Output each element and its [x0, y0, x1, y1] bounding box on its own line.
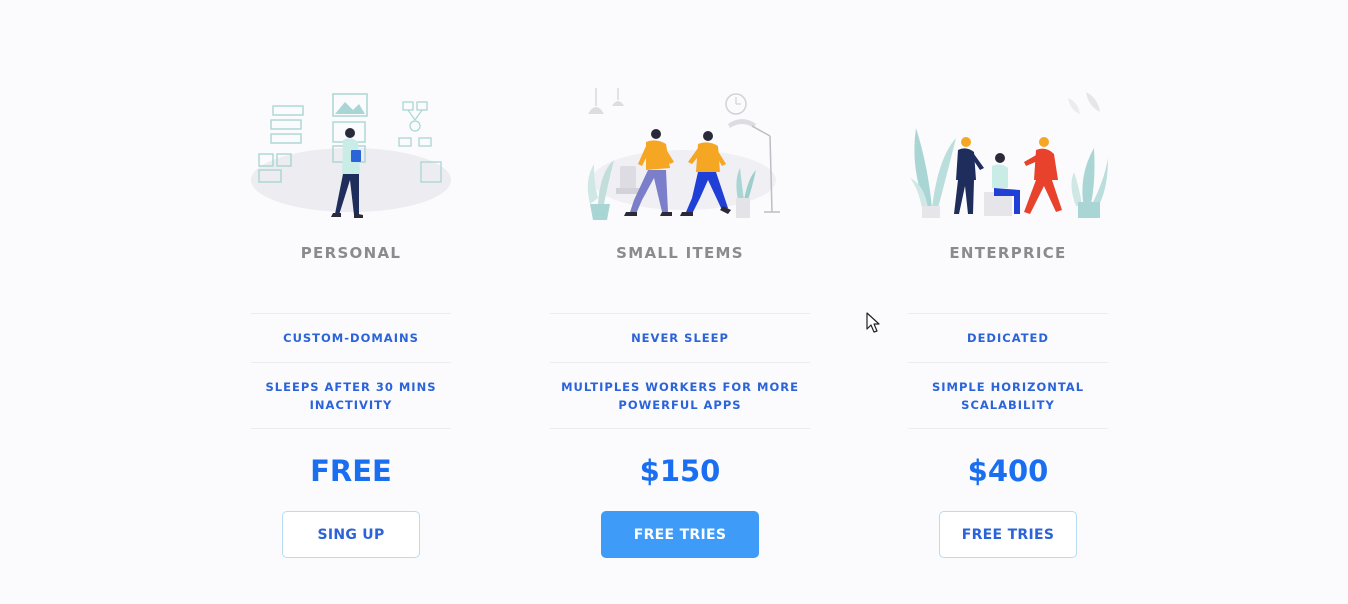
free-tries-button[interactable]: FREE TRIES [939, 511, 1077, 558]
feature-item: MULTIPLES WORKERS FOR MORE POWERFUL APPS [550, 363, 810, 429]
feature-item: CUSTOM-DOMAINS [251, 314, 451, 363]
free-tries-button[interactable]: FREE TRIES [601, 511, 759, 558]
feature-item: SIMPLE HORIZONTAL SCALABILITY [908, 363, 1108, 429]
two-people-walking-illustration [587, 88, 780, 220]
mouse-cursor-icon [866, 312, 880, 333]
team-meeting-illustration [910, 92, 1108, 218]
feature-item: DEDICATED [908, 314, 1108, 363]
plan-price: FREE [310, 454, 392, 488]
plan-card-small-items: SMALL ITEMS NEVER SLEEP MULTIPLES WORKER… [550, 88, 810, 558]
person-walking-illustration [251, 93, 451, 218]
feature-item: SLEEPS AFTER 30 MINS INACTIVITY [251, 363, 451, 429]
plan-price: $400 [967, 454, 1049, 488]
plan-price: $150 [639, 454, 721, 488]
feature-list: DEDICATED SIMPLE HORIZONTAL SCALABILITY [908, 313, 1108, 429]
plan-card-personal: PERSONAL CUSTOM-DOMAINS SLEEPS AFTER 30 … [251, 88, 451, 558]
feature-list: CUSTOM-DOMAINS SLEEPS AFTER 30 MINS INAC… [251, 313, 451, 429]
plan-name: SMALL ITEMS [616, 244, 744, 262]
plan-card-enterprice: ENTERPRICE DEDICATED SIMPLE HORIZONTAL S… [908, 88, 1108, 558]
feature-list: NEVER SLEEP MULTIPLES WORKERS FOR MORE P… [550, 313, 810, 429]
sign-up-button[interactable]: SING UP [282, 511, 420, 558]
plan-name: PERSONAL [300, 244, 402, 262]
feature-item: NEVER SLEEP [550, 314, 810, 363]
plan-name: ENTERPRICE [949, 244, 1067, 262]
